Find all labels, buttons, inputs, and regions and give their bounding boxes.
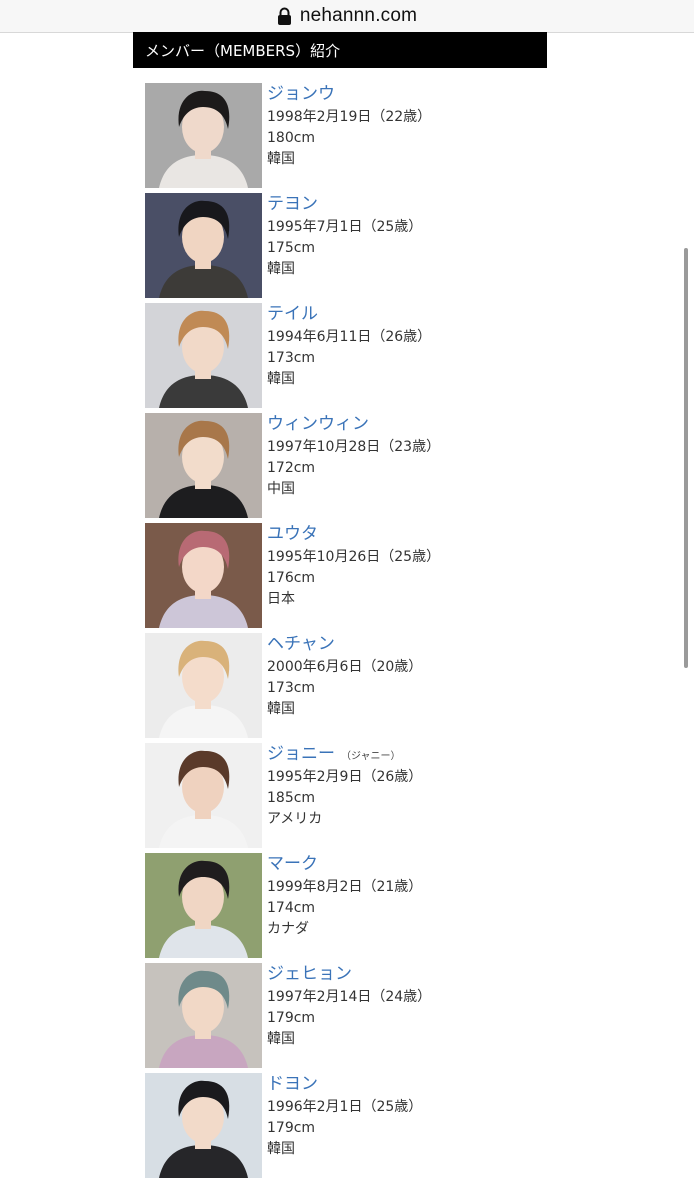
member-info: マーク 1999年8月2日（21歳） 174cm カナダ bbox=[267, 853, 537, 940]
member-info: ジョニー （ジャニー） 1995年2月9日（26歳） 185cm アメリカ bbox=[267, 743, 537, 830]
member-name-link[interactable]: ヘチャン bbox=[267, 633, 537, 657]
section-title-text: メンバー（MEMBERS）紹介 bbox=[145, 41, 341, 60]
member-photo-art bbox=[145, 523, 262, 628]
member-photo[interactable] bbox=[145, 193, 262, 298]
member-photo-art bbox=[145, 413, 262, 518]
member-name-link[interactable]: ジョンウ bbox=[267, 83, 537, 107]
member-photo[interactable] bbox=[145, 853, 262, 958]
member-height: 173cm bbox=[267, 680, 316, 696]
member-country: 韓国 bbox=[267, 151, 295, 167]
lock-icon bbox=[277, 7, 291, 25]
member-photo[interactable] bbox=[145, 413, 262, 518]
member-photo[interactable] bbox=[145, 303, 262, 408]
member-item: ヘチャン 2000年6月6日（20歳） 173cm 韓国 bbox=[145, 633, 545, 738]
member-name: ジョンウ bbox=[267, 84, 335, 104]
scrollbar[interactable] bbox=[684, 248, 688, 668]
member-info: ドヨン 1996年2月1日（25歳） 179cm 韓国 bbox=[267, 1073, 537, 1160]
member-photo[interactable] bbox=[145, 633, 262, 738]
member-photo[interactable] bbox=[145, 523, 262, 628]
member-name: テヨン bbox=[267, 194, 318, 214]
member-photo-art bbox=[145, 743, 262, 848]
member-birthdate: 1997年10月28日（23歳） bbox=[267, 439, 441, 455]
member-alias: （ジャニー） bbox=[341, 751, 401, 762]
member-info: ジョンウ 1998年2月19日（22歳） 180cm 韓国 bbox=[267, 83, 537, 170]
member-name: ジョニー bbox=[267, 744, 335, 764]
member-birthdate: 1997年2月14日（24歳） bbox=[267, 989, 432, 1005]
member-name: ヘチャン bbox=[267, 634, 335, 654]
member-birthdate: 1999年8月2日（21歳） bbox=[267, 879, 423, 895]
member-name-link[interactable]: テイル bbox=[267, 303, 537, 327]
member-country: 韓国 bbox=[267, 261, 295, 277]
member-photo[interactable] bbox=[145, 963, 262, 1068]
member-name-link[interactable]: テヨン bbox=[267, 193, 537, 217]
member-country: カナダ bbox=[267, 921, 309, 937]
member-photo[interactable] bbox=[145, 743, 262, 848]
member-birthdate: 1995年7月1日（25歳） bbox=[267, 219, 423, 235]
member-country: 韓国 bbox=[267, 371, 295, 387]
member-name-link[interactable]: ジェヒョン bbox=[267, 963, 537, 987]
member-height: 174cm bbox=[267, 900, 316, 916]
member-item: ジェヒョン 1997年2月14日（24歳） 179cm 韓国 bbox=[145, 963, 545, 1068]
member-birthdate: 1995年10月26日（25歳） bbox=[267, 549, 441, 565]
member-name-link[interactable]: マーク bbox=[267, 853, 537, 877]
member-info: ジェヒョン 1997年2月14日（24歳） 179cm 韓国 bbox=[267, 963, 537, 1050]
member-item: ウィンウィン 1997年10月28日（23歳） 172cm 中国 bbox=[145, 413, 545, 518]
member-photo-art bbox=[145, 83, 262, 188]
member-name-link[interactable]: ウィンウィン bbox=[267, 413, 537, 437]
member-info: ヘチャン 2000年6月6日（20歳） 173cm 韓国 bbox=[267, 633, 537, 720]
member-info: テヨン 1995年7月1日（25歳） 175cm 韓国 bbox=[267, 193, 537, 280]
member-height: 175cm bbox=[267, 240, 316, 256]
member-birthdate: 1998年2月19日（22歳） bbox=[267, 109, 432, 125]
member-height: 176cm bbox=[267, 570, 316, 586]
member-country: 韓国 bbox=[267, 701, 295, 717]
member-birthdate: 1994年6月11日（26歳） bbox=[267, 329, 432, 345]
member-photo-art bbox=[145, 303, 262, 408]
member-country: 韓国 bbox=[267, 1031, 295, 1047]
member-photo-art bbox=[145, 853, 262, 958]
member-name-link[interactable]: ジョニー （ジャニー） bbox=[267, 743, 537, 767]
url-text: nehannn.com bbox=[299, 5, 418, 26]
member-country: アメリカ bbox=[267, 811, 323, 827]
member-height: 179cm bbox=[267, 1010, 316, 1026]
browser-address-bar[interactable]: nehannn.com bbox=[0, 0, 694, 33]
section-title: メンバー（MEMBERS）紹介 bbox=[133, 32, 547, 68]
member-height: 179cm bbox=[267, 1120, 316, 1136]
member-name: ジェヒョン bbox=[267, 964, 352, 984]
member-height: 185cm bbox=[267, 790, 316, 806]
member-info: ユウタ 1995年10月26日（25歳） 176cm 日本 bbox=[267, 523, 537, 610]
member-name: ドヨン bbox=[267, 1074, 318, 1094]
member-birthdate: 1995年2月9日（26歳） bbox=[267, 769, 423, 785]
member-height: 173cm bbox=[267, 350, 316, 366]
member-height: 180cm bbox=[267, 130, 316, 146]
member-name: テイル bbox=[267, 304, 318, 324]
member-info: ウィンウィン 1997年10月28日（23歳） 172cm 中国 bbox=[267, 413, 537, 500]
member-birthdate: 1996年2月1日（25歳） bbox=[267, 1099, 423, 1115]
member-item: ジョニー （ジャニー） 1995年2月9日（26歳） 185cm アメリカ bbox=[145, 743, 545, 848]
member-item: テイル 1994年6月11日（26歳） 173cm 韓国 bbox=[145, 303, 545, 408]
member-item: ユウタ 1995年10月26日（25歳） 176cm 日本 bbox=[145, 523, 545, 628]
member-photo-art bbox=[145, 633, 262, 738]
member-height: 172cm bbox=[267, 460, 316, 476]
member-name-link[interactable]: ドヨン bbox=[267, 1073, 537, 1097]
member-info: テイル 1994年6月11日（26歳） 173cm 韓国 bbox=[267, 303, 537, 390]
member-item: テヨン 1995年7月1日（25歳） 175cm 韓国 bbox=[145, 193, 545, 298]
member-photo[interactable] bbox=[145, 83, 262, 188]
member-photo-art bbox=[145, 1073, 262, 1178]
member-item: ドヨン 1996年2月1日（25歳） 179cm 韓国 bbox=[145, 1073, 545, 1178]
member-photo[interactable] bbox=[145, 1073, 262, 1178]
member-name: ユウタ bbox=[267, 524, 318, 544]
member-country: 中国 bbox=[267, 481, 295, 497]
member-photo-art bbox=[145, 963, 262, 1068]
member-item: マーク 1999年8月2日（21歳） 174cm カナダ bbox=[145, 853, 545, 958]
member-birthdate: 2000年6月6日（20歳） bbox=[267, 659, 423, 675]
member-name: マーク bbox=[267, 854, 318, 874]
member-item: ジョンウ 1998年2月19日（22歳） 180cm 韓国 bbox=[145, 83, 545, 188]
member-country: 韓国 bbox=[267, 1141, 295, 1157]
member-name-link[interactable]: ユウタ bbox=[267, 523, 537, 547]
member-country: 日本 bbox=[267, 591, 295, 607]
member-name: ウィンウィン bbox=[267, 414, 369, 434]
member-photo-art bbox=[145, 193, 262, 298]
